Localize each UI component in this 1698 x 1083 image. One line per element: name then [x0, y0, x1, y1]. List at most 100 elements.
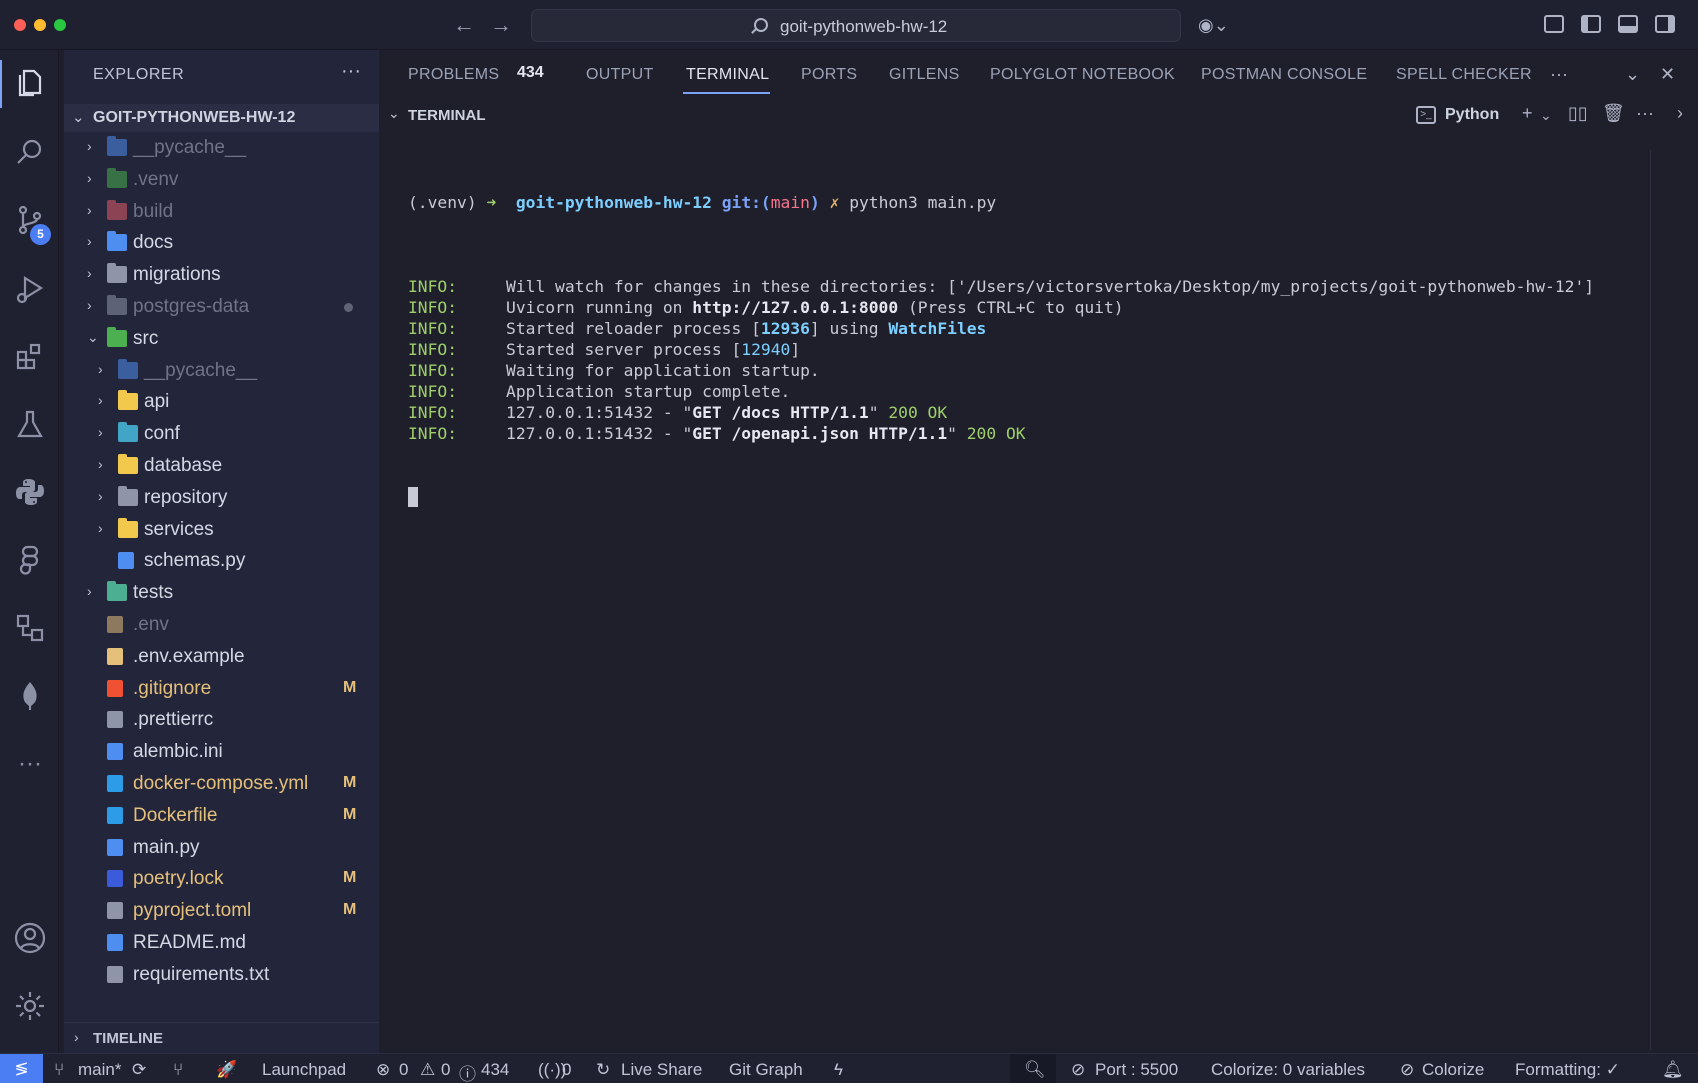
search-icon[interactable] [12, 134, 48, 170]
git-graph-icon[interactable]: ⑂ [173, 1060, 183, 1080]
branch-name[interactable]: main* [78, 1060, 121, 1080]
timeline-section[interactable]: › TIMELINE [64, 1022, 379, 1052]
lightning-icon[interactable]: ϟ [834, 1060, 843, 1080]
formatting-status[interactable]: Formatting: ✓ [1515, 1060, 1620, 1080]
close-panel-icon[interactable]: ✕ [1660, 64, 1675, 85]
chevron-right-icon[interactable]: › [1677, 103, 1683, 124]
tree-folder[interactable]: › api [64, 386, 379, 418]
kill-terminal-icon[interactable]: 🗑 [1602, 103, 1625, 124]
remote-indicator-icon[interactable]: ≶ [0, 1054, 43, 1083]
tree-file[interactable]: .prettierrc [64, 704, 379, 736]
tree-folder[interactable]: › tests [64, 577, 379, 609]
tab-gitlens[interactable]: GITLENS [889, 66, 960, 84]
tab-ports[interactable]: PORTS [801, 66, 857, 84]
command-center-search[interactable]: goit-pythonweb-hw-12 [531, 9, 1181, 42]
tab-terminal[interactable]: TERMINAL [686, 66, 769, 84]
tree-folder[interactable]: › conf [64, 418, 379, 450]
more-actions-icon[interactable]: ··· [341, 60, 361, 83]
tree-file[interactable]: poetry.lock M [64, 863, 379, 895]
settings-gear-icon[interactable] [12, 988, 48, 1024]
sync-icon[interactable]: ⟳ [132, 1060, 146, 1080]
tab-polyglot-notebook[interactable]: POLYGLOT NOTEBOOK [990, 66, 1175, 84]
run-debug-icon[interactable] [12, 270, 48, 306]
file-icon [107, 615, 123, 633]
tree-folder[interactable]: › services [64, 514, 379, 546]
zoom-window-button[interactable] [54, 19, 66, 31]
new-terminal-icon[interactable]: + [1522, 103, 1533, 124]
toggle-secondary-sidebar-icon[interactable] [1655, 15, 1675, 33]
tree-folder[interactable]: › migrations [64, 259, 379, 291]
tree-folder[interactable]: › database [64, 450, 379, 482]
terminal-output[interactable]: (.venv) ➜ goit-pythonweb-hw-12 git:(main… [408, 150, 1668, 549]
tree-file[interactable]: Dockerfile M [64, 800, 379, 832]
live-server-port[interactable]: Port : 5500 [1095, 1060, 1178, 1080]
close-window-button[interactable] [14, 19, 26, 31]
ports-count[interactable]: 0 [562, 1060, 571, 1080]
zoom-search-icon[interactable]: 🔍︎ [1024, 1060, 1046, 1080]
colorize-variables[interactable]: Colorize: 0 variables [1211, 1060, 1365, 1080]
tab-problems[interactable]: PROBLEMS [408, 66, 499, 84]
more-views-icon[interactable]: ··· [12, 750, 48, 786]
toggle-primary-sidebar-icon[interactable] [1581, 15, 1601, 33]
tree-file[interactable]: README.md [64, 927, 379, 959]
maximize-panel-icon[interactable]: ⌄ [1625, 64, 1640, 85]
prompt-branch: main [770, 193, 810, 212]
tree-folder[interactable]: › .venv [64, 164, 379, 196]
tree-file[interactable]: .gitignore M [64, 673, 379, 705]
git-graph-label[interactable]: Git Graph [729, 1060, 803, 1080]
explorer-icon[interactable] [12, 64, 48, 100]
info-count[interactable]: 434 [481, 1060, 509, 1080]
tree-file[interactable]: alembic.ini [64, 736, 379, 768]
tree-file[interactable]: requirements.txt [64, 959, 379, 991]
accounts-icon[interactable] [12, 920, 48, 956]
tab-postman-console[interactable]: POSTMAN CONSOLE [1201, 66, 1367, 84]
file-icon [107, 902, 123, 920]
tree-folder[interactable]: › docs [64, 227, 379, 259]
more-tabs-icon[interactable]: ··· [1550, 64, 1568, 85]
tree-folder[interactable]: › repository [64, 482, 379, 514]
search-icon [754, 18, 768, 32]
mongodb-leaf-icon[interactable] [12, 678, 48, 714]
copilot-icon[interactable]: ◉⌄ [1198, 15, 1229, 36]
terminal-scrollbar[interactable] [1650, 150, 1651, 1050]
timeline-label: TIMELINE [93, 1030, 163, 1047]
python-icon[interactable] [12, 474, 48, 510]
tree-file[interactable]: .env.example [64, 641, 379, 673]
tree-folder[interactable]: › postgres-data [64, 291, 379, 323]
back-arrow-icon[interactable]: ← [450, 12, 478, 38]
launchpad-label[interactable]: Launchpad [262, 1060, 346, 1080]
forward-arrow-icon[interactable]: → [487, 12, 515, 38]
warning-count[interactable]: 0 [441, 1060, 450, 1080]
split-terminal-icon[interactable]: ▯▯ [1568, 103, 1588, 124]
chevron-down-icon: ⌄ [388, 105, 400, 121]
extensions-icon[interactable] [12, 338, 48, 374]
tab-spell-checker[interactable]: SPELL CHECKER [1396, 66, 1532, 84]
chevron-down-icon[interactable]: ⌄ [1540, 107, 1552, 124]
live-share-label[interactable]: Live Share [621, 1060, 702, 1080]
notifications-bell-icon[interactable]: 🔔︎ [1662, 1060, 1684, 1080]
customize-layout-icon[interactable] [1544, 15, 1564, 33]
testing-icon[interactable] [12, 406, 48, 442]
terminal-more-icon[interactable]: ··· [1636, 103, 1654, 124]
minimize-window-button[interactable] [34, 19, 46, 31]
tree-file[interactable]: pyproject.toml M [64, 895, 379, 927]
tree-file[interactable]: main.py [64, 832, 379, 864]
tree-folder[interactable]: › __pycache__ [64, 132, 379, 164]
tree-item-label: Dockerfile [133, 804, 218, 826]
toggle-panel-icon[interactable] [1618, 15, 1638, 33]
terminal-section-header[interactable]: ⌄ TERMINAL [380, 100, 1698, 130]
colorize-label[interactable]: Colorize [1422, 1060, 1484, 1080]
figma-icon[interactable] [12, 542, 48, 578]
tree-file[interactable]: docker-compose.yml M [64, 768, 379, 800]
tree-file[interactable]: schemas.py [64, 545, 379, 577]
folder-icon [107, 136, 127, 156]
tree-folder[interactable]: › build [64, 196, 379, 228]
remote-explorer-icon[interactable] [12, 610, 48, 646]
error-count[interactable]: 0 [399, 1060, 408, 1080]
workspace-root[interactable]: ⌄ GOIT-PYTHONWEB-HW-12 [64, 104, 379, 132]
file-icon [107, 965, 123, 983]
tree-folder[interactable]: ⌄ src [64, 323, 379, 355]
tab-output[interactable]: OUTPUT [586, 66, 654, 84]
tree-file[interactable]: .env [64, 609, 379, 641]
tree-folder[interactable]: › __pycache__ [64, 355, 379, 387]
